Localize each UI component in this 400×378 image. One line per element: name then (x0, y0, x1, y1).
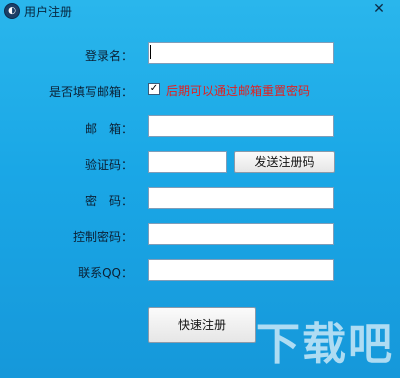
window-title: 用户注册 (24, 5, 73, 19)
verify-code-input[interactable] (148, 151, 227, 173)
fill-email-checkbox-text[interactable]: 后期可以通过邮箱重置密码 (166, 82, 310, 99)
control-password-label: 控制密码： (72, 230, 133, 244)
quick-register-button[interactable]: 快速注册 (148, 307, 256, 343)
username-input[interactable] (148, 42, 334, 64)
verify-code-label: 验证码： (84, 158, 133, 172)
fill-email-checkbox[interactable]: ✓ (148, 83, 160, 95)
qq-input[interactable] (148, 259, 334, 281)
email-label: 邮 箱： (84, 122, 133, 136)
qq-label: 联系QQ： (78, 266, 133, 280)
control-password-input[interactable] (148, 223, 334, 245)
watermark-logo: 下载吧 (256, 319, 394, 370)
password-label: 密 码： (84, 194, 133, 208)
app-logo-icon: ◐ (4, 3, 20, 19)
text-cursor (150, 45, 151, 59)
email-input[interactable] (148, 115, 334, 137)
title-bar: ◐ 用户注册 ✕ (0, 0, 400, 22)
send-code-button[interactable]: 发送注册码 (234, 151, 335, 173)
close-button[interactable]: ✕ (366, 1, 392, 17)
password-input[interactable] (148, 187, 334, 209)
username-label: 登录名： (84, 49, 133, 63)
fill-email-label: 是否填写邮箱： (48, 85, 133, 99)
